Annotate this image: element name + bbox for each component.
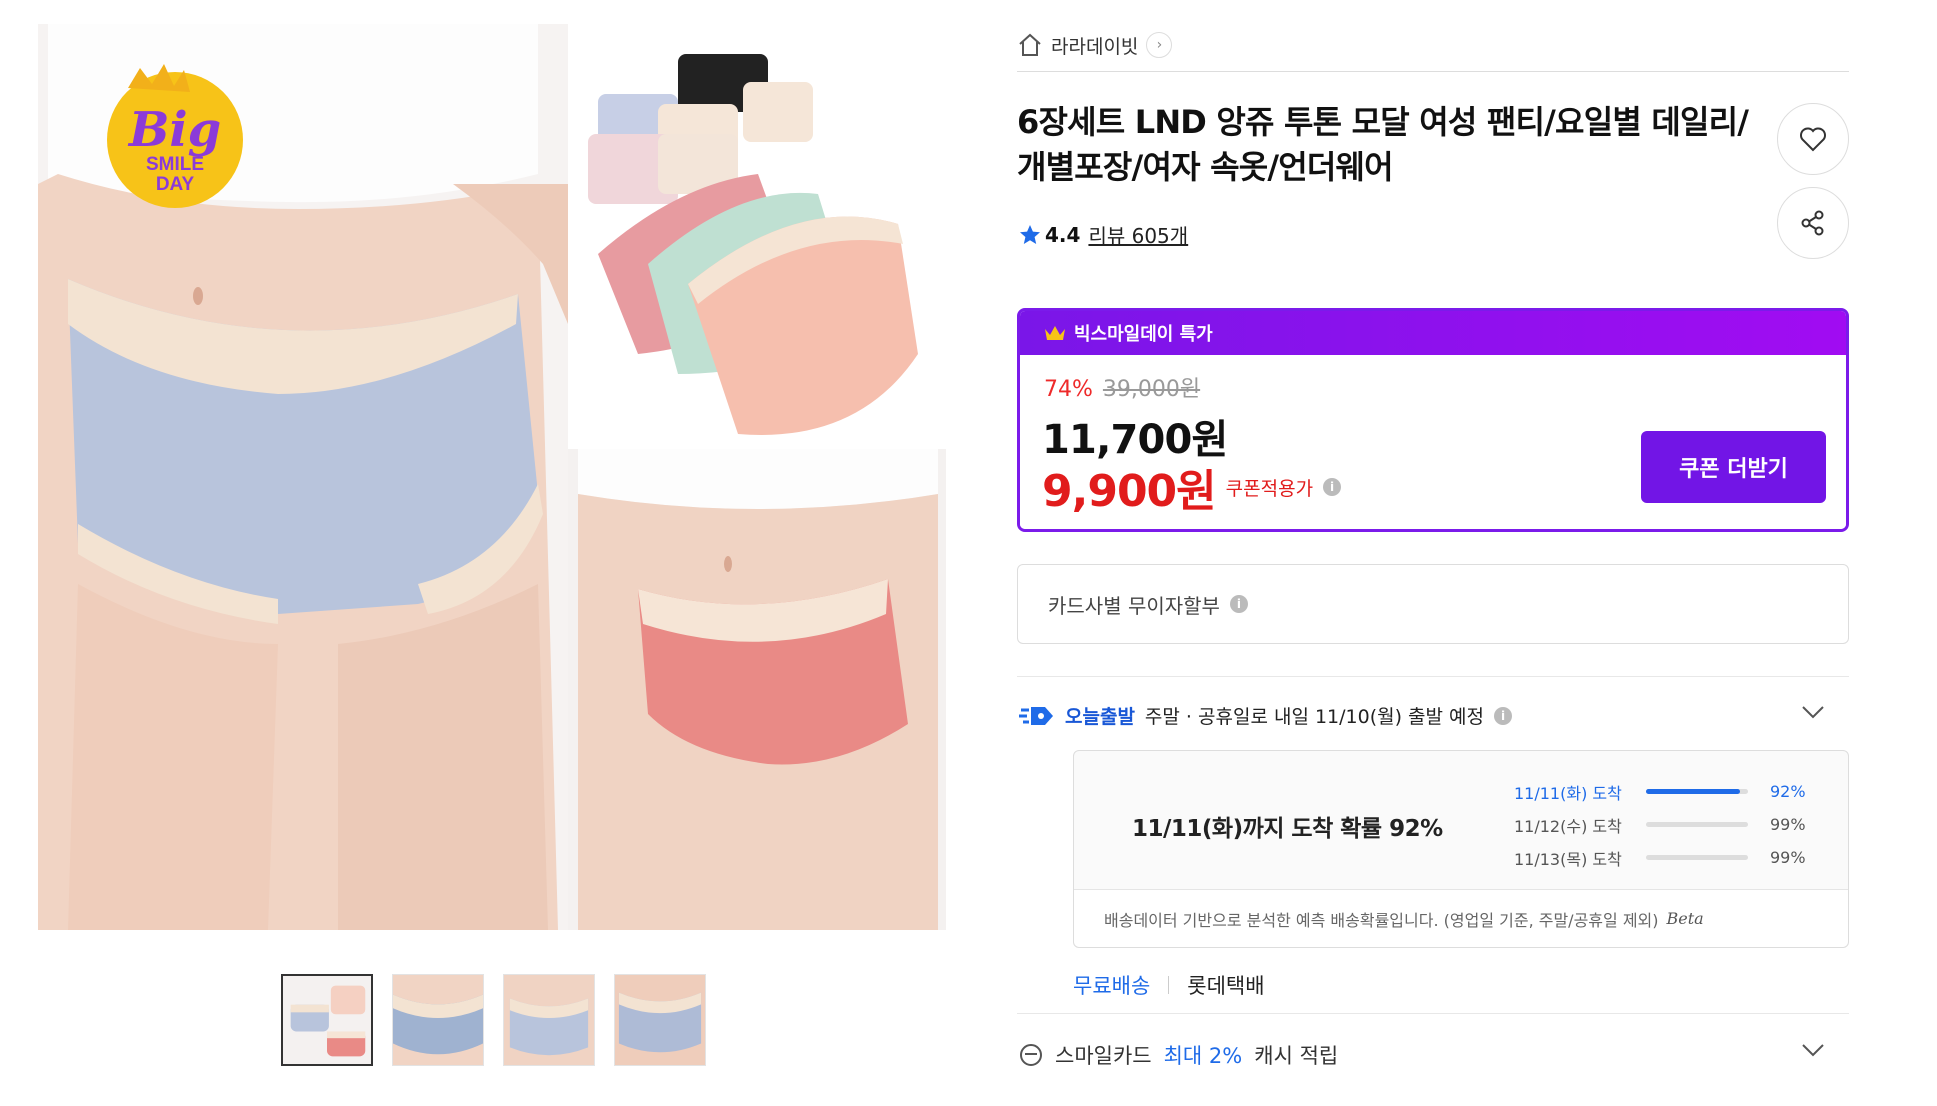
badge-line3: DAY (156, 174, 195, 195)
smilecard-icon (1020, 1044, 1042, 1066)
badge-line2: SMILE (146, 154, 204, 175)
divider (1017, 676, 1849, 677)
chevron-right-icon[interactable]: › (1146, 32, 1173, 58)
probability-footnote: 배송데이터 기반으로 분석한 예측 배송확률입니다. (영업일 기준, 주말/공… (1074, 889, 1848, 947)
probability-bar (1646, 855, 1748, 860)
thumbnail-1[interactable] (281, 974, 373, 1066)
coupon-price-label: 쿠폰적용가 (1225, 477, 1314, 500)
coupon-price-row: 9,900원 쿠폰적용가 i (1042, 455, 1342, 519)
info-icon[interactable]: i (1494, 706, 1513, 725)
thumbnail-3[interactable] (503, 974, 595, 1066)
rating-row: 4.4 리뷰 605개 (1019, 220, 1188, 249)
fast-delivery-icon (1019, 706, 1053, 725)
thumbnail-4[interactable] (614, 974, 706, 1066)
arrival-probability-box: 11/11(화)까지 도착 확률 92% 11/11(화) 도착 92% 11/… (1073, 750, 1849, 948)
probability-headline: 11/11(화)까지 도착 확률 92% (1132, 816, 1443, 842)
smilecard-suffix: 캐시 적립 (1254, 1044, 1339, 1068)
big-smile-day-badge: Big SMILE DAY (107, 64, 243, 208)
ship-schedule-text: 주말 · 공휴일로 내일 11/10(월) 출발 예정 (1144, 706, 1485, 728)
discount-rate: 74% (1044, 377, 1093, 402)
wishlist-button[interactable] (1777, 103, 1849, 175)
probability-item: 11/12(수) 도착 99% (1514, 808, 1806, 841)
divider (1017, 71, 1849, 72)
probability-date: 11/11(화) 도착 (1514, 783, 1622, 803)
share-icon (1801, 210, 1824, 236)
footnote-text: 배송데이터 기반으로 분석한 예측 배송확률입니다. (영업일 기준, 주말/공… (1104, 910, 1659, 930)
crown-icon (1045, 326, 1065, 340)
event-header: 빅스마일데이 특가 (1020, 311, 1846, 355)
seller-name[interactable]: 라라데이빗 (1051, 32, 1138, 59)
installment-box[interactable]: 카드사별 무이자할부 i (1017, 564, 1849, 644)
product-title: 6장세트 LND 앙쥬 투톤 모달 여성 팬티/요일별 데일리/개별포장/여자 … (1017, 103, 1749, 186)
probability-item: 11/11(화) 도착 92% (1514, 775, 1806, 808)
home-icon (1019, 33, 1041, 56)
probability-date: 11/12(수) 도착 (1514, 816, 1622, 836)
smilecard-highlight: 최대 2% (1163, 1044, 1243, 1068)
delivery-row: 무료배송 롯데택배 (1073, 970, 1265, 1000)
today-ship-tag: 오늘출발 (1065, 706, 1135, 728)
smilecard-prefix: 스마일카드 (1055, 1044, 1152, 1068)
chevron-down-icon[interactable] (1799, 698, 1827, 726)
probability-percent: 92% (1770, 782, 1806, 801)
price-box: 빅스마일데이 특가 74% 39,000원 11,700원 9,900원 쿠폰적… (1017, 308, 1849, 532)
separator (1168, 976, 1170, 994)
thumbnail-2[interactable] (392, 974, 484, 1066)
rating-score: 4.4 (1045, 222, 1081, 247)
share-button[interactable] (1777, 187, 1849, 259)
probability-percent: 99% (1770, 815, 1806, 834)
heart-icon (1800, 127, 1826, 152)
badge-line1: Big (127, 102, 221, 158)
installment-label: 카드사별 무이자할부 (1048, 593, 1220, 618)
info-icon[interactable]: i (1229, 595, 1248, 613)
chevron-down-icon[interactable] (1799, 1036, 1827, 1064)
seller-row[interactable]: 라라데이빗 › (1017, 30, 1173, 60)
probability-list: 11/11(화) 도착 92% 11/12(수) 도착 99% 11/13(목)… (1514, 775, 1806, 874)
discount-row: 74% 39,000원 (1044, 371, 1200, 403)
coupon-price: 9,900원 (1042, 466, 1217, 517)
carrier-name: 롯데택배 (1187, 974, 1265, 998)
probability-percent: 99% (1770, 848, 1806, 867)
divider (1017, 1013, 1849, 1014)
original-price: 39,000원 (1102, 377, 1201, 402)
event-label: 빅스마일데이 특가 (1074, 324, 1213, 345)
probability-bar-fill (1646, 789, 1740, 794)
info-icon[interactable]: i (1323, 478, 1342, 496)
product-image-gallery: Big SMILE DAY (38, 24, 946, 930)
free-shipping-label: 무료배송 (1073, 974, 1151, 998)
thumbnail-list (281, 974, 706, 1066)
beta-label: Beta (1666, 909, 1704, 928)
probability-bar (1646, 822, 1748, 827)
probability-item: 11/13(목) 도착 99% (1514, 841, 1806, 874)
probability-date: 11/13(목) 도착 (1514, 849, 1622, 869)
price-body: 74% 39,000원 11,700원 9,900원 쿠폰적용가 i 쿠폰 더받… (1020, 355, 1846, 529)
probability-bar (1646, 789, 1748, 794)
get-coupon-button[interactable]: 쿠폰 더받기 (1641, 431, 1826, 503)
review-count-link[interactable]: 리뷰 605개 (1088, 220, 1188, 249)
smilecard-row[interactable]: 스마일카드 최대 2% 캐시 적립 (1019, 1040, 1338, 1070)
star-icon (1020, 224, 1040, 244)
shipping-row: 오늘출발 주말 · 공휴일로 내일 11/10(월) 출발 예정 i (1019, 702, 1513, 729)
